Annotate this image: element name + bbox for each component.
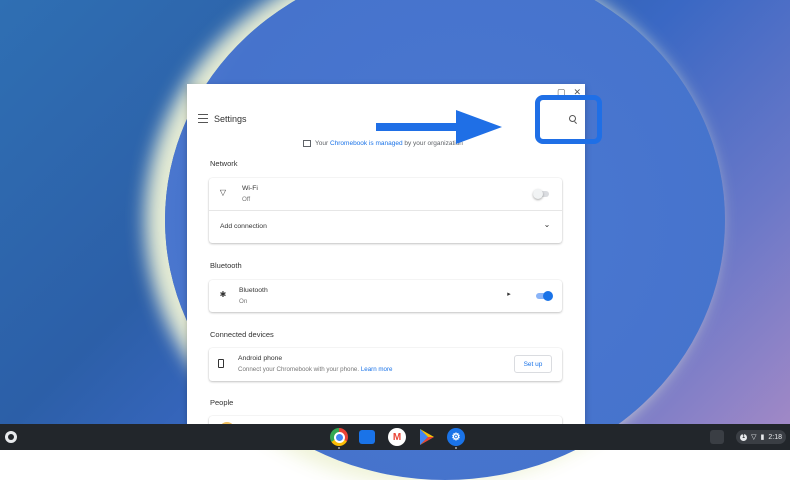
arrow-right-icon[interactable]: ▸ bbox=[503, 290, 515, 298]
add-connection-row[interactable]: Add connection ⌄ bbox=[209, 211, 562, 243]
android-phone-label: Android phone bbox=[238, 355, 283, 362]
building-icon bbox=[303, 140, 311, 147]
status-area[interactable]: 1 ▽ ▮ 2:18 bbox=[736, 430, 786, 444]
add-connection-label: Add connection bbox=[220, 223, 267, 230]
wifi-status-icon: ▽ bbox=[751, 434, 757, 441]
learn-more-link[interactable]: Learn more bbox=[361, 366, 393, 373]
section-heading-network: Network bbox=[210, 159, 238, 168]
running-indicator bbox=[455, 447, 457, 449]
gmail-icon[interactable]: M bbox=[388, 428, 406, 446]
menu-icon[interactable] bbox=[198, 114, 208, 125]
battery-icon: ▮ bbox=[760, 434, 765, 441]
clock: 2:18 bbox=[768, 433, 782, 441]
tote-icon[interactable] bbox=[710, 430, 724, 444]
bluetooth-label: Bluetooth bbox=[239, 287, 268, 294]
notification-badge: 1 bbox=[740, 433, 748, 441]
chrome-icon[interactable] bbox=[330, 428, 348, 446]
wifi-label: Wi-Fi bbox=[242, 185, 258, 192]
bluetooth-toggle[interactable] bbox=[536, 291, 553, 301]
wifi-row[interactable]: ▽ Wi-Fi Off bbox=[209, 178, 562, 210]
section-heading-connected-devices: Connected devices bbox=[210, 330, 274, 339]
bluetooth-status: On bbox=[239, 298, 248, 305]
wifi-icon: ▽ bbox=[219, 188, 227, 197]
arrow-head bbox=[456, 110, 502, 144]
bluetooth-card: ✱ Bluetooth On ▸ bbox=[209, 280, 562, 312]
android-phone-row[interactable]: Android phone Connect your Chromebook wi… bbox=[209, 348, 562, 381]
arrow-shaft bbox=[376, 123, 458, 131]
bluetooth-icon: ✱ bbox=[219, 290, 227, 299]
android-phone-desc-text: Connect your Chromebook with your phone. bbox=[238, 366, 360, 373]
settings-icon[interactable]: ⚙ bbox=[447, 428, 465, 446]
launcher-button[interactable] bbox=[5, 431, 17, 443]
running-indicator bbox=[338, 447, 340, 449]
android-phone-description: Connect your Chromebook with your phone.… bbox=[238, 366, 392, 373]
wifi-toggle-knob bbox=[533, 189, 543, 199]
wifi-toggle[interactable] bbox=[533, 189, 549, 199]
annotation-arrow bbox=[376, 110, 502, 144]
play-store-glyph bbox=[420, 429, 434, 445]
connected-devices-card: Android phone Connect your Chromebook wi… bbox=[209, 348, 562, 381]
network-card: ▽ Wi-Fi Off Add connection ⌄ bbox=[209, 178, 562, 243]
annotation-highlight-box bbox=[535, 95, 602, 144]
page-title: Settings bbox=[214, 114, 247, 124]
managed-prefix: Your bbox=[315, 140, 330, 147]
set-up-button[interactable]: Set up bbox=[514, 355, 552, 373]
section-heading-people: People bbox=[210, 398, 234, 407]
wifi-status: Off bbox=[242, 196, 251, 203]
bluetooth-row[interactable]: ✱ Bluetooth On ▸ bbox=[209, 280, 562, 312]
chevron-down-icon: ⌄ bbox=[543, 220, 551, 229]
phone-icon bbox=[218, 359, 224, 368]
play-store-icon[interactable] bbox=[418, 428, 436, 446]
section-heading-bluetooth: Bluetooth bbox=[210, 261, 242, 270]
files-icon[interactable] bbox=[359, 430, 375, 444]
bluetooth-toggle-knob bbox=[543, 291, 553, 301]
shelf: M ⚙ 1 ▽ ▮ 2:18 bbox=[0, 424, 790, 450]
